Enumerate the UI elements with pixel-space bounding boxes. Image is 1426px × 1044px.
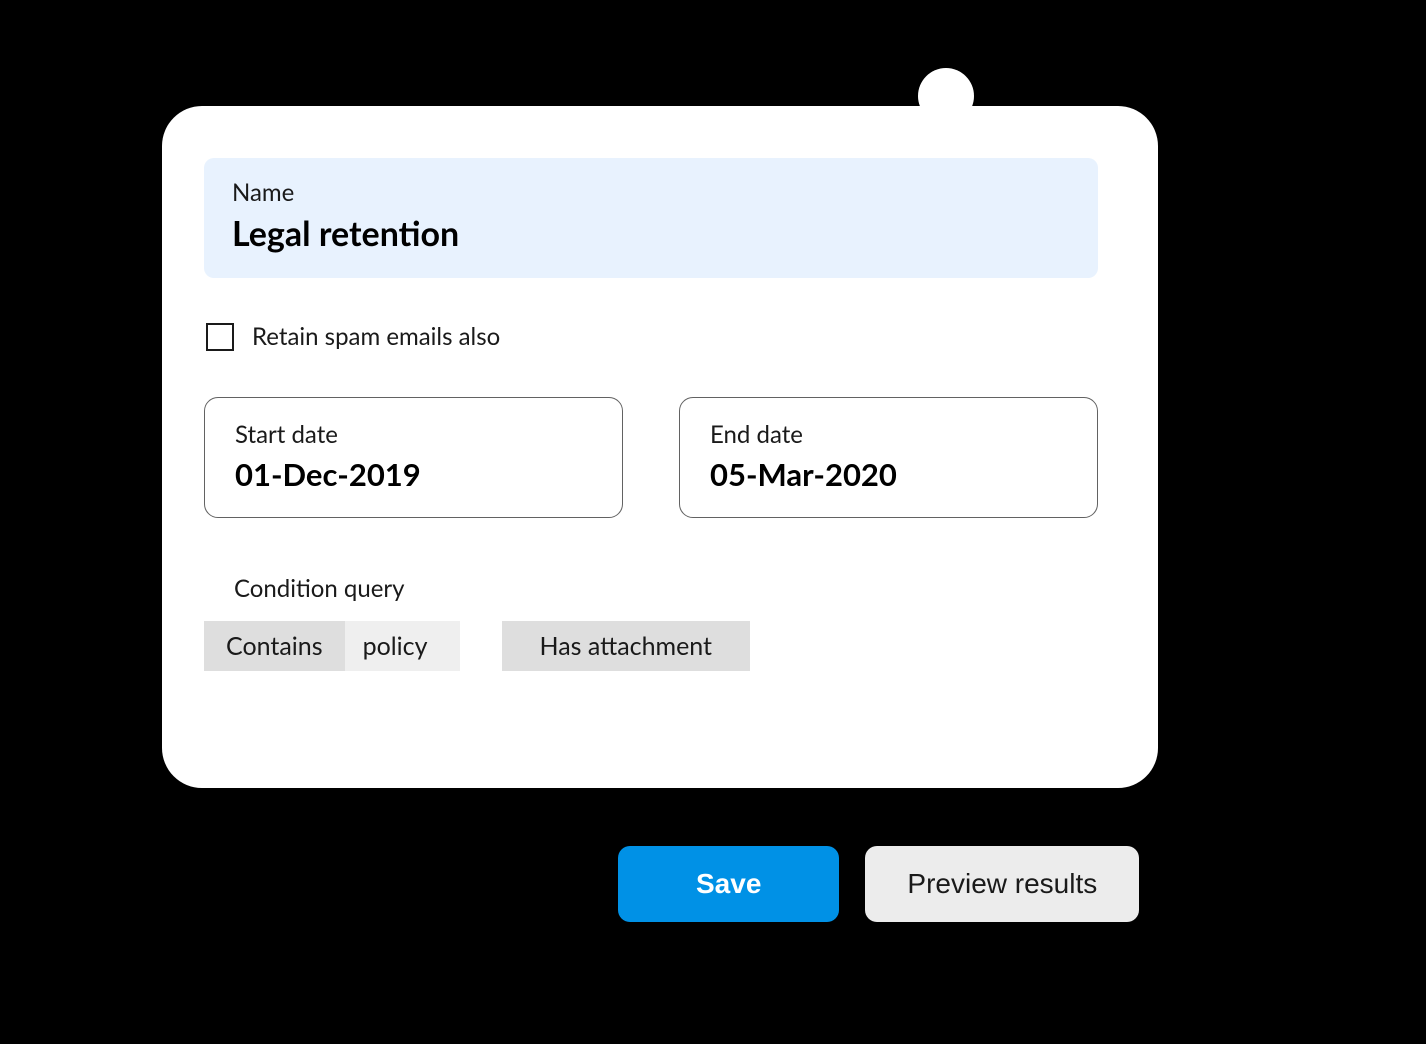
condition-operator: Contains	[204, 621, 345, 671]
start-date-value: 01-Dec-2019	[235, 455, 592, 493]
start-date-label: Start date	[235, 420, 592, 449]
retain-spam-row: Retain spam emails also	[206, 322, 1098, 351]
condition-chip-contains[interactable]: Contains policy	[204, 621, 460, 671]
retain-spam-checkbox[interactable]	[206, 323, 234, 351]
name-field-value: Legal retention	[232, 213, 1070, 254]
name-input-section[interactable]: Name Legal retention	[204, 158, 1098, 278]
condition-query-label: Condition query	[234, 574, 1098, 603]
end-date-picker[interactable]: End date 05-Mar-2020	[679, 397, 1098, 518]
retain-spam-label: Retain spam emails also	[252, 322, 500, 351]
name-field-label: Name	[232, 178, 1070, 207]
condition-value: policy	[345, 621, 460, 671]
end-date-label: End date	[710, 420, 1067, 449]
end-date-value: 05-Mar-2020	[710, 455, 1067, 493]
preview-results-button[interactable]: Preview results	[865, 846, 1139, 922]
condition-query-section: Condition query Contains policy Has atta…	[234, 574, 1098, 671]
condition-chips-row: Contains policy Has attachment	[204, 621, 1098, 671]
condition-chip-attachment[interactable]: Has attachment	[502, 621, 751, 671]
start-date-picker[interactable]: Start date 01-Dec-2019	[204, 397, 623, 518]
date-range-row: Start date 01-Dec-2019 End date 05-Mar-2…	[204, 397, 1098, 518]
save-button[interactable]: Save	[618, 846, 839, 922]
retention-form-card: Name Legal retention Retain spam emails …	[162, 106, 1158, 788]
action-button-row: Save Preview results	[618, 846, 1139, 922]
